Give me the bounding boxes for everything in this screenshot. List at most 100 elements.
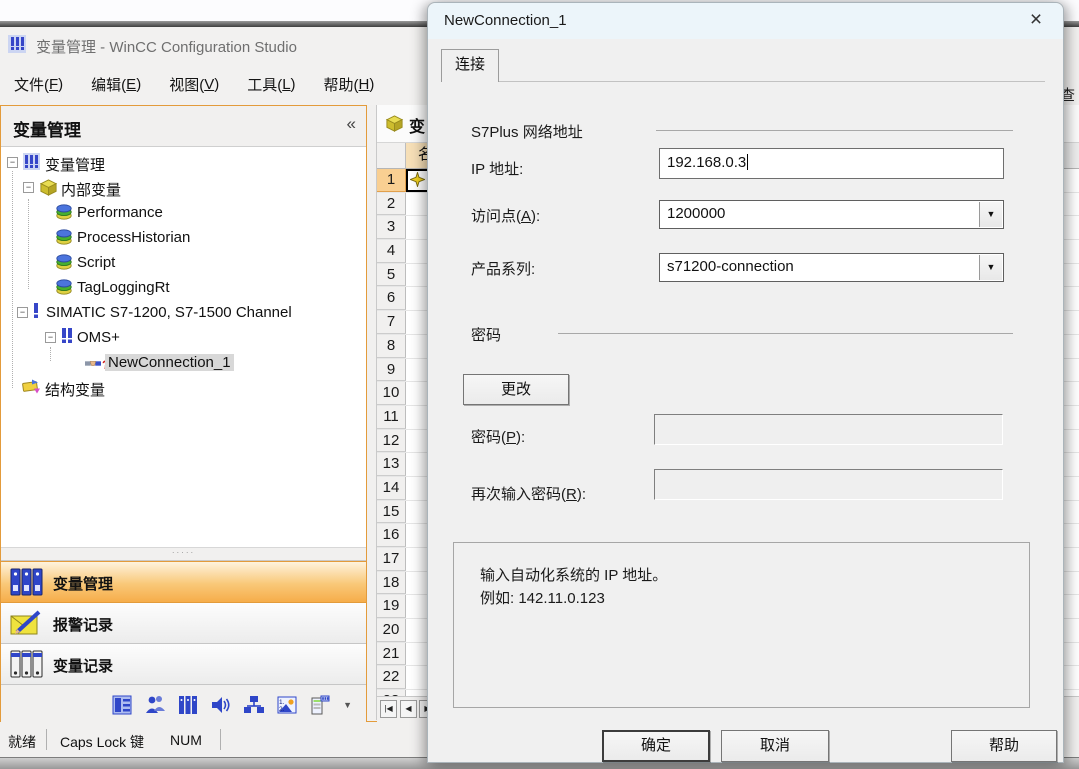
row-number[interactable]: 11 — [377, 406, 406, 429]
row-number[interactable]: 10 — [377, 382, 406, 405]
grid-caption-text: 变 — [409, 113, 425, 137]
menu-file[interactable]: 文件(F) — [0, 64, 77, 105]
collapse-pane-icon[interactable]: « — [347, 114, 356, 134]
tree-item-performance[interactable]: Performance — [1, 200, 366, 225]
menu-view[interactable]: 视图(V) — [155, 64, 233, 105]
retype-password-input[interactable] — [654, 469, 1003, 500]
text-library-shortcut-icon[interactable]: 1.2. — [275, 693, 299, 717]
info-line-1: 输入自动化系统的 IP 地址。 — [480, 564, 1029, 587]
tree-item-structure-tags[interactable]: 结构变量 — [1, 375, 366, 400]
svg-text:2.: 2. — [279, 706, 285, 713]
tag-group-icon — [55, 228, 73, 251]
row-number[interactable]: 7 — [377, 311, 406, 334]
row-number[interactable]: 6 — [377, 287, 406, 310]
expander-icon[interactable]: − — [45, 332, 56, 343]
tag-tree: − 变量管理 − 内部变量 Performance — [1, 147, 366, 547]
change-password-button[interactable]: 更改 — [463, 374, 569, 405]
row-number[interactable]: 20 — [377, 619, 406, 642]
product-family-select[interactable]: s71200-connection ▼ — [659, 253, 1004, 282]
tree-item-oms-plus[interactable]: − OMS+ — [1, 325, 366, 350]
tab-connection[interactable]: 连接 — [441, 49, 499, 82]
row-number[interactable]: 13 — [377, 453, 406, 476]
server-shortcut-icon[interactable] — [308, 693, 332, 717]
tree-item-simatic-channel[interactable]: − SIMATIC S7-1200, S7-1500 Channel — [1, 300, 366, 325]
network-shortcut-icon[interactable] — [242, 693, 266, 717]
tree-item-internal-tags[interactable]: − 内部变量 — [1, 175, 366, 200]
row-number[interactable]: 9 — [377, 359, 406, 382]
tree-item-processhistorian[interactable]: ProcessHistorian — [1, 225, 366, 250]
tree-panel-header: 变量管理 « — [1, 106, 366, 147]
status-num: NUM — [170, 732, 202, 748]
dropdown-button[interactable]: ▼ — [979, 202, 1002, 227]
row-number[interactable]: 3 — [377, 216, 406, 239]
chevron-down-icon: ▼ — [987, 209, 996, 219]
nav-alarm-logging[interactable]: 报警记录 — [1, 603, 366, 644]
tag-logging-binders-icon — [9, 649, 43, 684]
tree-item-taglogging[interactable]: TagLoggingRt — [1, 275, 366, 300]
dropdown-button[interactable]: ▼ — [979, 255, 1002, 280]
row-number[interactable]: 12 — [377, 430, 406, 453]
row-number[interactable]: 15 — [377, 501, 406, 524]
nav-tag-management[interactable]: 变量管理 — [1, 561, 366, 603]
navigation-pane: 变量管理 « − 变量管理 − 内部变量 — [0, 105, 367, 721]
record-first-button[interactable]: |◀ — [380, 700, 397, 718]
menu-tools[interactable]: 工具(L) — [233, 64, 309, 105]
alarm-logging-icon — [9, 608, 43, 643]
ok-button[interactable]: 确定 — [602, 730, 710, 762]
tag-star-icon — [410, 172, 425, 187]
tree-item-tag-management[interactable]: − 变量管理 — [1, 150, 366, 175]
row-number[interactable]: 21 — [377, 643, 406, 666]
app-icon — [8, 35, 26, 53]
row-number[interactable]: 19 — [377, 595, 406, 618]
tag-logging-shortcut-icon[interactable] — [176, 693, 200, 717]
help-button[interactable]: 帮助 — [951, 730, 1057, 762]
row-number[interactable]: 17 — [377, 548, 406, 571]
expander-icon[interactable]: − — [7, 157, 18, 168]
pane-splitter[interactable]: ····· — [1, 547, 366, 561]
tag-group-icon — [55, 203, 73, 226]
row-number[interactable]: 18 — [377, 572, 406, 595]
users-shortcut-icon[interactable] — [143, 693, 167, 717]
tree-panel-title: 变量管理 — [13, 116, 81, 141]
record-prev-button[interactable]: ◀ — [400, 700, 417, 718]
access-point-select[interactable]: 1200000 ▼ — [659, 200, 1004, 229]
row-number[interactable]: 2 — [377, 193, 406, 216]
expander-icon[interactable]: − — [17, 307, 28, 318]
shortcut-toolbar: 1.2. ▼ — [1, 685, 366, 725]
tags-cube-icon — [385, 114, 404, 138]
row-number[interactable]: 4 — [377, 240, 406, 263]
info-line-2: 例如: 142.11.0.123 — [480, 587, 1029, 610]
nav-tag-logging[interactable]: 变量记录 — [1, 644, 366, 685]
channel-icon — [32, 303, 40, 319]
tree-item-newconnection[interactable]: ? NewConnection_1 — [1, 350, 366, 375]
ip-address-input[interactable]: 192.168.0.3 — [659, 148, 1004, 179]
menu-edit[interactable]: 编辑(E) — [77, 64, 155, 105]
row-number[interactable]: 1 — [377, 169, 406, 192]
retype-password-label: 再次输入密码(R): — [471, 483, 586, 504]
close-icon[interactable]: × — [1023, 7, 1049, 33]
section-rule — [558, 333, 1013, 334]
tree-item-script[interactable]: Script — [1, 250, 366, 275]
row-number[interactable]: 8 — [377, 335, 406, 358]
channel-unit-icon — [60, 328, 74, 344]
row-number[interactable]: 5 — [377, 264, 406, 287]
row-number[interactable]: 14 — [377, 477, 406, 500]
tab-page-edge — [441, 81, 1045, 82]
window-title: 变量管理 - WinCC Configuration Studio — [36, 36, 297, 57]
dialog-titlebar: NewConnection_1 × — [428, 3, 1063, 39]
toolbar-overflow-icon[interactable]: ▼ — [343, 700, 352, 710]
speaker-shortcut-icon[interactable] — [209, 693, 233, 717]
ip-address-label: IP 地址: — [471, 158, 523, 179]
connection-dialog: NewConnection_1 × 连接 S7Plus 网络地址 IP 地址: … — [427, 2, 1064, 763]
cancel-button[interactable]: 取消 — [721, 730, 829, 762]
tag-management-shortcut-icon[interactable] — [110, 693, 134, 717]
tag-group-icon — [55, 253, 73, 276]
row-number[interactable]: 22 — [377, 666, 406, 689]
password-input[interactable] — [654, 414, 1003, 445]
expander-icon[interactable]: − — [23, 182, 34, 193]
menu-help[interactable]: 帮助(H) — [310, 64, 389, 105]
row-number[interactable]: 16 — [377, 524, 406, 547]
structure-tags-icon — [21, 378, 41, 400]
status-separator — [46, 729, 47, 750]
grid-corner-cell[interactable] — [377, 143, 406, 168]
